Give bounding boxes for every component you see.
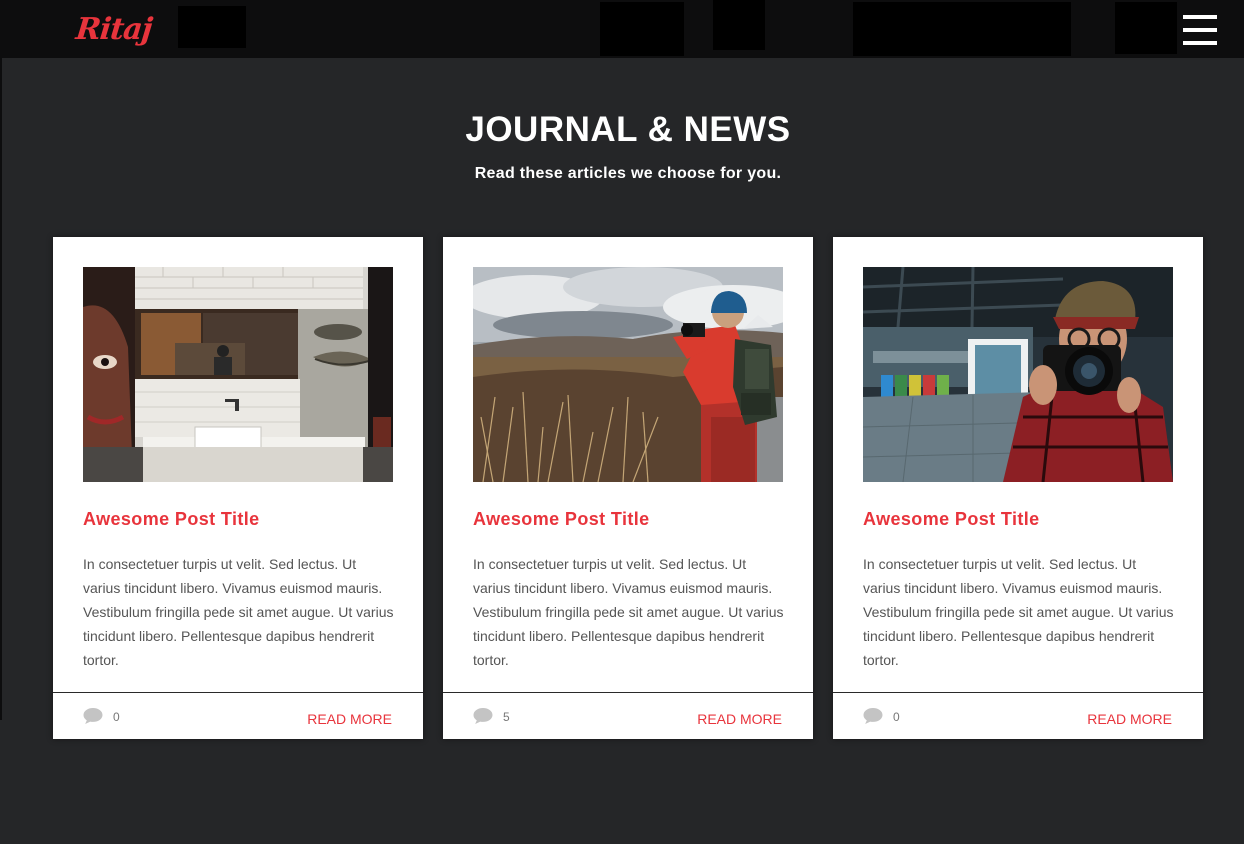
site-logo[interactable]: Ritaj [74,12,153,48]
left-edge-strip [0,58,2,720]
post-title-link[interactable]: Awesome Post Title [863,507,1040,531]
section-subtitle: Read these articles we choose for you. [474,165,782,182]
menu-bar [1183,28,1217,32]
post-excerpt: In consectetuer turpis ut velit. Sed lec… [863,556,1174,668]
redacted-nav-block [600,2,684,56]
read-more-link[interactable]: READ MORE [697,711,782,727]
redacted-nav-block [178,6,246,48]
post-card: Awesome Post Title In consectetuer turpi… [833,237,1203,739]
header-bar: Ritaj [0,0,1244,58]
post-card: Awesome Post Title In consectetuer turpi… [53,237,423,739]
post-title-link[interactable]: Awesome Post Title [473,507,650,531]
redacted-nav-block [853,2,1071,56]
menu-bar [1183,15,1217,19]
comment-icon [863,708,883,724]
section-title: JOURNAL & NEWS [465,110,791,149]
hiker-photographer-field-photo[interactable] [473,267,783,482]
comment-count: 0 [893,710,900,724]
card-divider [443,692,813,693]
post-title-link[interactable]: Awesome Post Title [83,507,260,531]
redacted-nav-block [1115,2,1177,54]
post-card: Awesome Post Title In consectetuer turpi… [443,237,813,739]
bathroom-mirror-street-art-photo[interactable] [83,267,393,482]
hamburger-menu-icon[interactable] [1183,15,1217,45]
card-divider [53,692,423,693]
post-excerpt: In consectetuer turpis ut velit. Sed lec… [83,556,394,668]
photographer-with-camera-photo[interactable] [863,267,1173,482]
redacted-nav-block [713,0,765,50]
page: Ritaj JOURNAL & NEWS Read these articles… [0,0,1244,844]
read-more-link[interactable]: READ MORE [307,711,392,727]
post-excerpt: In consectetuer turpis ut velit. Sed lec… [473,556,784,668]
comment-count: 5 [503,710,510,724]
menu-bar [1183,41,1217,45]
card-divider [833,692,1203,693]
comment-icon [83,708,103,724]
comment-icon [473,708,493,724]
read-more-link[interactable]: READ MORE [1087,711,1172,727]
comment-count: 0 [113,710,120,724]
